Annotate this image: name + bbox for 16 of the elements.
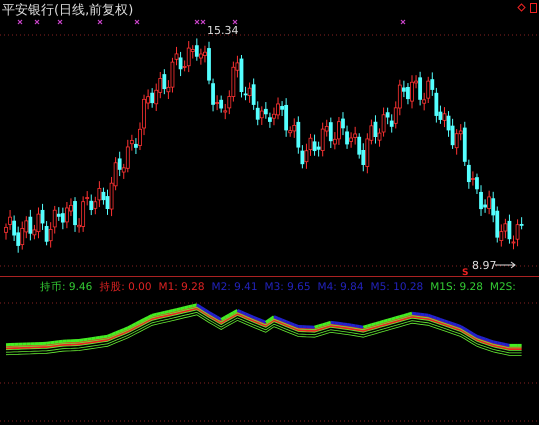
low-price-label: 8.97 (472, 259, 496, 272)
diamond-icon[interactable] (517, 3, 526, 12)
indicator-value: 持币: 9.46 (40, 280, 92, 294)
high-price-label: 15.34 (207, 24, 238, 37)
indicator-value: M1S: 9.28 (430, 281, 483, 293)
indicator-value: M4: 9.84 (318, 281, 364, 293)
indicator-value: M5: 10.28 (370, 281, 424, 293)
indicator-value: M3: 9.65 (264, 281, 311, 293)
indicator-value: M2S: (490, 281, 516, 293)
square-icon[interactable] (530, 3, 537, 13)
chart-title: 平安银行(日线,前复权) (2, 2, 134, 19)
indicator-value: M2: 9.41 (212, 281, 258, 293)
indicator-value: 持股: 0.00 (99, 280, 152, 294)
arrow-icon (494, 262, 516, 268)
signal-label: S (462, 268, 468, 276)
indicator-value: M1: 9.28 (158, 281, 205, 293)
